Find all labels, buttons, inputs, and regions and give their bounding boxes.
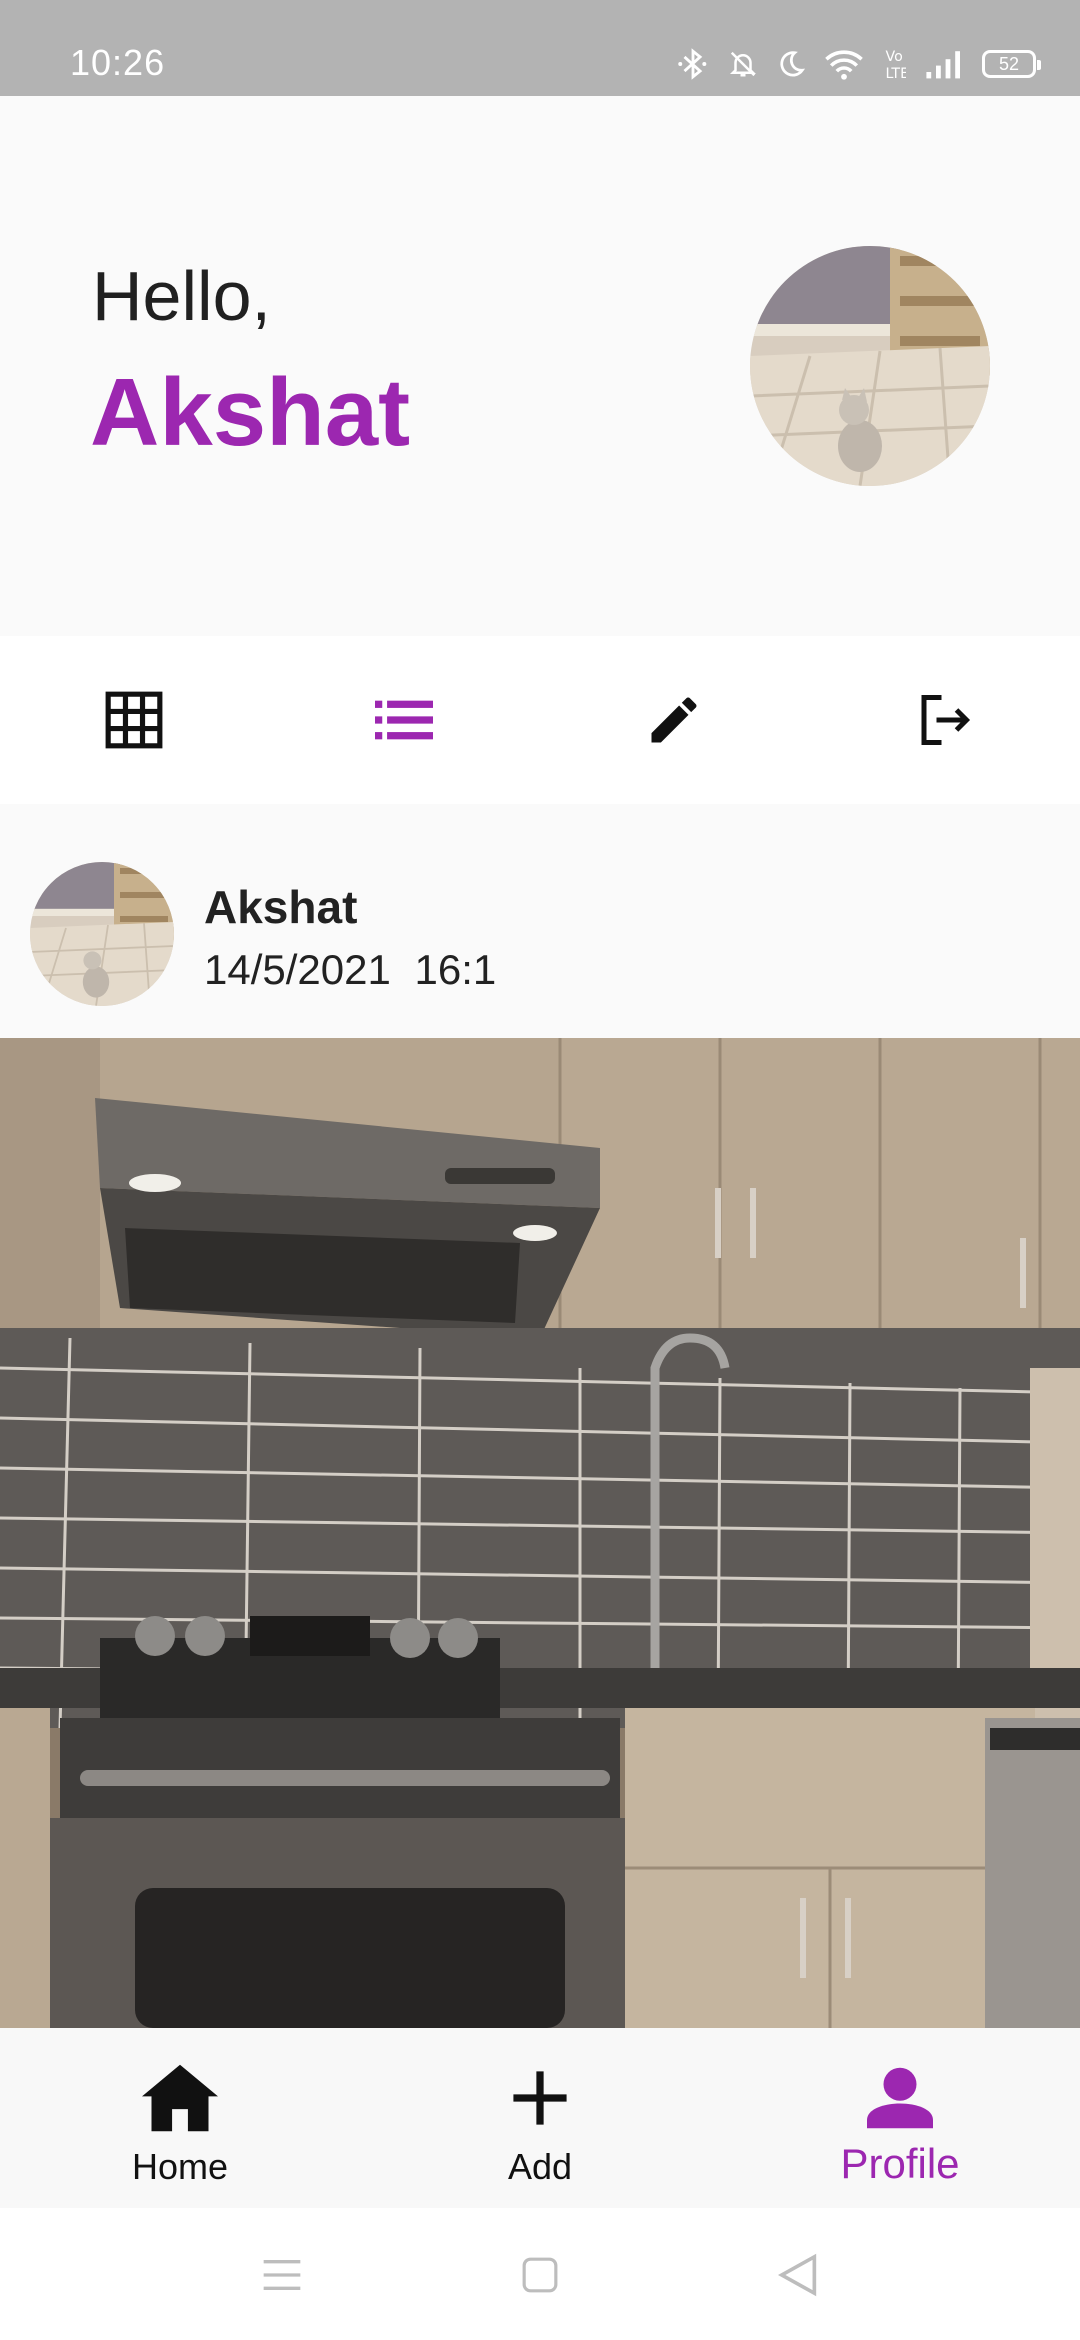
edit-icon[interactable] [634,680,714,760]
system-navigation-bar [0,2208,1080,2340]
logout-icon[interactable] [904,680,984,760]
grid-view-icon[interactable] [94,680,174,760]
person-icon [860,2058,940,2138]
profile-avatar[interactable] [750,246,990,486]
moon-icon [780,51,806,77]
battery-icon: 52 [982,50,1041,78]
nav-home[interactable]: Home [0,2028,360,2208]
mute-icon [729,51,757,77]
bottom-navigation: Home Add Profile [0,2028,1080,2208]
svg-text:Vo: Vo [886,49,903,65]
back-icon[interactable] [768,2250,828,2300]
bluetooth-icon [678,48,707,80]
post-author-avatar[interactable] [30,862,174,1006]
nav-profile[interactable]: Profile [720,2028,1080,2208]
nav-profile-label: Profile [840,2140,960,2187]
plus-icon [500,2058,580,2138]
svg-text:LTE: LTE [886,66,907,81]
battery-level: 52 [998,53,1020,74]
user-name: Akshat [90,359,411,466]
wifi-icon [825,50,863,80]
volte-icon: VoLTE [886,49,907,81]
post-author-name: Akshat [204,881,358,933]
list-view-icon[interactable] [364,680,444,760]
status-icons: VoLTE 52 [676,44,1041,84]
post-header: Akshat 14/5/2021 16:1 [0,804,1080,1038]
menu-icon[interactable] [252,2250,312,2300]
nav-add-label: Add [507,2146,573,2187]
profile-header: Hello, Akshat [0,96,1080,636]
nav-home-label: Home [131,2146,229,2187]
home-button-icon[interactable] [510,2250,570,2300]
profile-toolbar [0,636,1080,804]
greeting-text: Hello, [92,257,271,335]
post-timestamp: 14/5/2021 16:1 [204,946,497,993]
post-image[interactable] [0,1038,1080,2028]
nav-add[interactable]: Add [360,2028,720,2208]
status-bar: 10:26 VoLTE 52 [0,0,1080,96]
home-icon [140,2058,220,2138]
signal-icon [926,51,960,79]
status-time: 10:26 [70,42,166,83]
